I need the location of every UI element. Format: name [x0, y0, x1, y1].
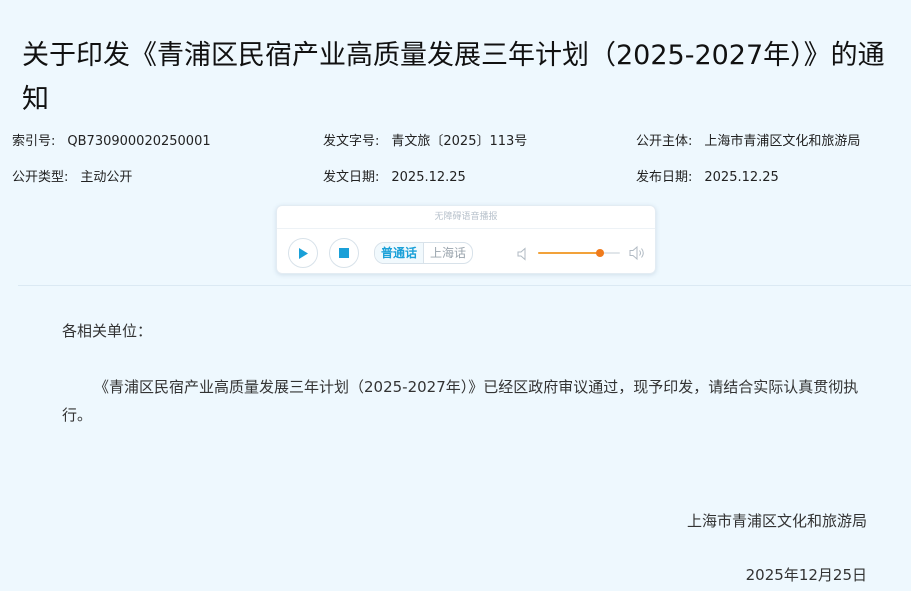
meta-doc-no-value: 青文旅〔2025〕113号 [391, 134, 528, 149]
body-paragraph: 《青浦区民宿产业高质量发展三年计划（2025-2027年）》已经区政府审议通过，… [62, 378, 859, 424]
stop-icon [339, 248, 349, 258]
play-icon [299, 247, 308, 259]
meta-issue-date-value: 2025.12.25 [391, 170, 466, 185]
meta-publisher: 公开主体: 上海市青浦区文化和旅游局 [636, 130, 860, 149]
stop-button[interactable] [329, 238, 359, 268]
volume-low-icon[interactable] [517, 246, 529, 265]
meta-index: 索引号: QB730900020250001 [12, 130, 211, 149]
volume-slider-fill [538, 252, 600, 254]
meta-publish-date-value: 2025.12.25 [704, 170, 779, 185]
sign-date: 2025年12月25日 [745, 566, 867, 584]
meta-open-type-value: 主动公开 [80, 170, 133, 185]
volume-slider[interactable] [538, 249, 620, 257]
meta-publisher-value: 上海市青浦区文化和旅游局 [704, 134, 861, 149]
page-title: 关于印发《青浦区民宿产业高质量发展三年计划（2025-2027年）》的通知 [22, 40, 885, 115]
salutation: 各相关单位： [62, 322, 153, 340]
meta-doc-no-label: 发文字号: [323, 134, 380, 149]
content-divider [18, 285, 911, 286]
signer: 上海市青浦区文化和旅游局 [686, 512, 867, 530]
lang-shanghainese-option[interactable]: 上海话 [423, 243, 472, 263]
language-toggle: 普通话 上海话 [374, 242, 474, 264]
volume-high-icon[interactable] [629, 245, 647, 265]
page: 关于印发《青浦区民宿产业高质量发展三年计划（2025-2027年）》的通知 索引… [0, 0, 911, 591]
meta-index-label: 索引号: [12, 134, 56, 149]
lang-mandarin-option[interactable]: 普通话 [375, 243, 424, 263]
meta-open-type-label: 公开类型: [12, 170, 69, 185]
play-button[interactable] [288, 238, 318, 268]
meta-issue-date-label: 发文日期: [323, 170, 380, 185]
meta-index-value: QB730900020250001 [67, 134, 211, 149]
meta-publish-date: 发布日期: 2025.12.25 [636, 166, 779, 185]
meta-issue-date: 发文日期: 2025.12.25 [323, 166, 466, 185]
meta-row-2: 公开类型: 主动公开 发文日期: 2025.12.25 发布日期: 2025.12.2… [0, 166, 911, 186]
player-header: 无障碍语音播报 [277, 206, 655, 229]
meta-publisher-label: 公开主体: [636, 134, 693, 149]
meta-publish-date-label: 发布日期: [636, 170, 693, 185]
volume-slider-handle[interactable] [595, 249, 604, 257]
meta-open-type: 公开类型: 主动公开 [12, 166, 132, 185]
meta-doc-no: 发文字号: 青文旅〔2025〕113号 [323, 130, 527, 149]
meta-row-1: 索引号: QB730900020250001 发文字号: 青文旅〔2025〕113号… [0, 130, 911, 150]
audio-player: 无障碍语音播报 普通话 上海话 [276, 205, 656, 274]
